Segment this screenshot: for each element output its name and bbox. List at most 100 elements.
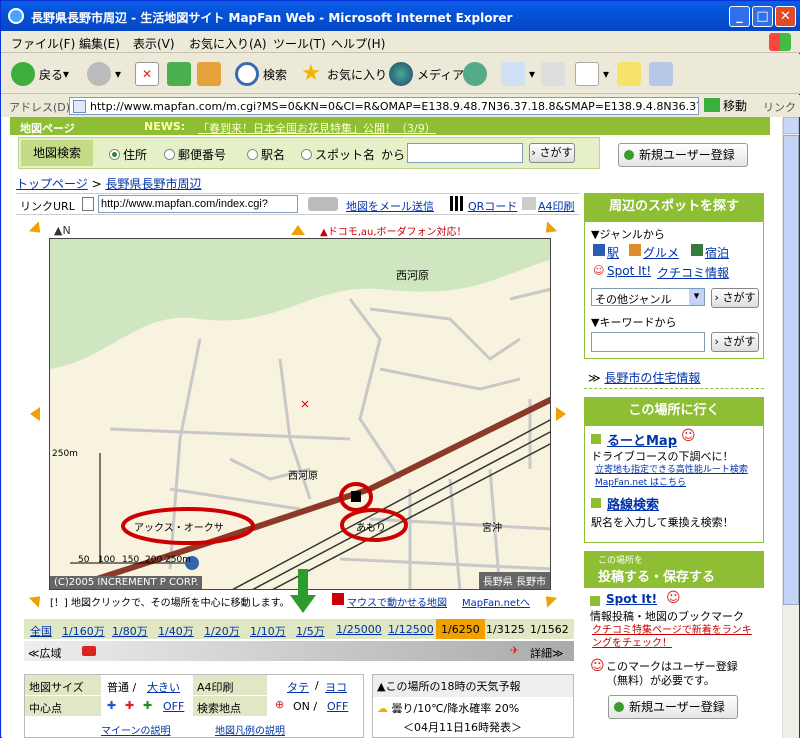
scale-option[interactable]: 1/10万	[250, 623, 286, 639]
links-label[interactable]: リンク	[763, 99, 796, 115]
explain-link-2[interactable]: 地図凡例の説明	[215, 722, 285, 737]
qr-icon	[450, 196, 465, 211]
refresh-button[interactable]	[167, 60, 195, 88]
linkurl-input[interactable]	[98, 195, 298, 213]
center-off[interactable]: OFF	[163, 700, 184, 713]
menu-view[interactable]: 表示(V)	[133, 35, 175, 52]
scale-option[interactable]: 1/5万	[296, 623, 325, 639]
zoom-slider[interactable]: ≪広域 ✈ 詳細≫	[24, 641, 574, 661]
search-point-on[interactable]: ON /	[293, 700, 317, 713]
pan-e-arrow[interactable]	[556, 407, 566, 421]
scale-option-active[interactable]: 1/6250	[436, 619, 485, 639]
register-button-top[interactable]: 新規ユーザー登録	[618, 143, 748, 167]
shop-label[interactable]: あもり	[356, 519, 386, 534]
news-link[interactable]: 「春到来！日本全国お花見特集」公開！（3/9）	[198, 120, 436, 136]
scroll-thumb[interactable]	[783, 135, 799, 605]
register-button-bottom[interactable]: 新規ユーザー登録	[608, 695, 738, 719]
address-input[interactable]: http://www.mapfan.com/m.cgi?MS=0&KN=0&CI…	[69, 97, 699, 115]
drag-map-link[interactable]: マウスで動かせる地図	[347, 594, 447, 609]
media-globe-icon	[389, 62, 413, 86]
transit-link[interactable]: 路線検索	[607, 494, 659, 513]
search-button[interactable]: › さがす	[529, 143, 575, 163]
feature-link[interactable]: クチコミ特集ページで新着をランキングをチェック！	[592, 624, 752, 650]
genre-search-button[interactable]: › さがす	[711, 288, 759, 308]
spotit-post-link[interactable]: Spot It!	[606, 592, 657, 606]
back-button[interactable]: 戻る ▾	[11, 60, 69, 88]
mapfan-net-link[interactable]: MapFan.netへ	[462, 594, 530, 609]
radio-station[interactable]: 駅名	[247, 146, 285, 163]
scale-option[interactable]: 1/25000	[336, 623, 382, 636]
genre-select[interactable]: その他ジャンル ▾	[591, 288, 705, 306]
radio-zip[interactable]: 郵便番号	[164, 146, 226, 163]
pan-nw-arrow[interactable]	[28, 221, 46, 238]
pan-sw-arrow[interactable]	[28, 591, 46, 608]
history-button[interactable]	[463, 60, 491, 88]
cross-green-icon[interactable]: ✚	[143, 699, 152, 712]
search-button[interactable]: 検索	[235, 60, 287, 88]
print-link[interactable]: A4印刷	[538, 198, 575, 214]
map-canvas[interactable]: 西河原 西河原 アックス・オークサ あもり 宮沖 250m 50 100 150…	[49, 238, 551, 590]
menu-help[interactable]: ヘルプ(H)	[331, 35, 385, 52]
stop-button[interactable]: ✕	[135, 60, 163, 88]
keyword-input[interactable]	[591, 332, 705, 352]
qr-link[interactable]: QRコード	[468, 198, 517, 214]
route-net-link[interactable]: 立寄地も指定できる高性能ルート検索 MapFan.net はこちら	[595, 464, 755, 490]
go-button[interactable]: 移動	[704, 97, 747, 114]
breadcrumb-top[interactable]: トップページ	[16, 177, 88, 191]
housing-link[interactable]: 長野市の住宅情報	[604, 371, 700, 385]
research-button[interactable]	[649, 60, 677, 88]
pan-n-arrow[interactable]	[291, 225, 305, 235]
menu-file[interactable]: ファイル(F)	[11, 35, 75, 52]
media-button[interactable]: メディア	[389, 60, 464, 88]
breadcrumb-current[interactable]: 長野県長野市周辺	[105, 177, 201, 191]
scale-option[interactable]: 全国	[30, 623, 52, 639]
pan-w-arrow[interactable]	[30, 407, 40, 421]
favorites-button[interactable]: ★ お気に入り	[299, 60, 387, 88]
vertical-scrollbar[interactable]	[782, 117, 799, 738]
spotit-link[interactable]: Spot It!	[607, 264, 651, 278]
size-large[interactable]: 大きい	[147, 679, 180, 695]
route-map-link[interactable]: るーとMap	[607, 430, 677, 449]
scale-option[interactable]: 1/20万	[204, 623, 240, 639]
mobile-notice[interactable]: ▲ドコモ,au,ボーダフォン対応！	[320, 223, 467, 238]
mail-button[interactable]: ▾	[501, 60, 535, 88]
cross-blue-icon[interactable]: ✚	[107, 699, 116, 712]
pan-se-arrow[interactable]	[540, 591, 558, 608]
mail-map-link[interactable]: 地図をメール送信	[346, 198, 434, 214]
genre-eki[interactable]: 駅	[607, 244, 619, 261]
menu-edit[interactable]: 編集(E)	[79, 35, 120, 52]
close-button[interactable]: ✕	[775, 6, 796, 27]
scale-option[interactable]: 1/40万	[158, 623, 194, 639]
menu-tools[interactable]: ツール(T)	[273, 35, 326, 52]
scale-option[interactable]: 1/80万	[112, 623, 148, 639]
keyword-search-button[interactable]: › さがす	[711, 332, 759, 352]
print-yoko[interactable]: ヨコ	[325, 679, 347, 695]
home-button[interactable]	[197, 60, 225, 88]
radio-address[interactable]: 住所	[109, 146, 147, 163]
zoom-wide[interactable]: ≪広域	[28, 645, 62, 661]
edit-button[interactable]: ▾	[575, 60, 609, 88]
discuss-button[interactable]	[617, 60, 645, 88]
scroll-up-button[interactable]	[783, 117, 799, 134]
genre-gourmet[interactable]: グルメ	[643, 244, 679, 261]
minimize-button[interactable]: _	[729, 6, 750, 27]
print-tate[interactable]: タテ	[287, 679, 309, 695]
kuchikomi-link[interactable]: クチコミ情報	[657, 264, 729, 281]
genre-hotel[interactable]: 宿泊	[705, 244, 729, 261]
scale-option[interactable]: 1/160万	[62, 623, 105, 639]
route-desc: ドライブコースの下調べに！	[591, 450, 734, 463]
zoom-detail[interactable]: 詳細≫	[530, 645, 564, 661]
radio-spot[interactable]: スポット名	[301, 146, 375, 163]
menu-favorites[interactable]: お気に入り(A)	[189, 35, 267, 52]
mail-icon	[501, 62, 525, 86]
explain-link-1[interactable]: マイーンの説明	[101, 722, 171, 737]
station-label[interactable]: アックス・オークサ	[134, 519, 224, 534]
print-button[interactable]	[541, 60, 569, 88]
cross-red-icon[interactable]: ✚	[125, 699, 134, 712]
search-input[interactable]	[407, 143, 523, 163]
pan-ne-arrow[interactable]	[540, 221, 558, 238]
search-point-off[interactable]: OFF	[327, 700, 348, 713]
scale-option[interactable]: 1/12500	[388, 623, 434, 636]
maximize-button[interactable]: □	[752, 6, 773, 27]
forward-button[interactable]: ▾	[87, 60, 121, 88]
